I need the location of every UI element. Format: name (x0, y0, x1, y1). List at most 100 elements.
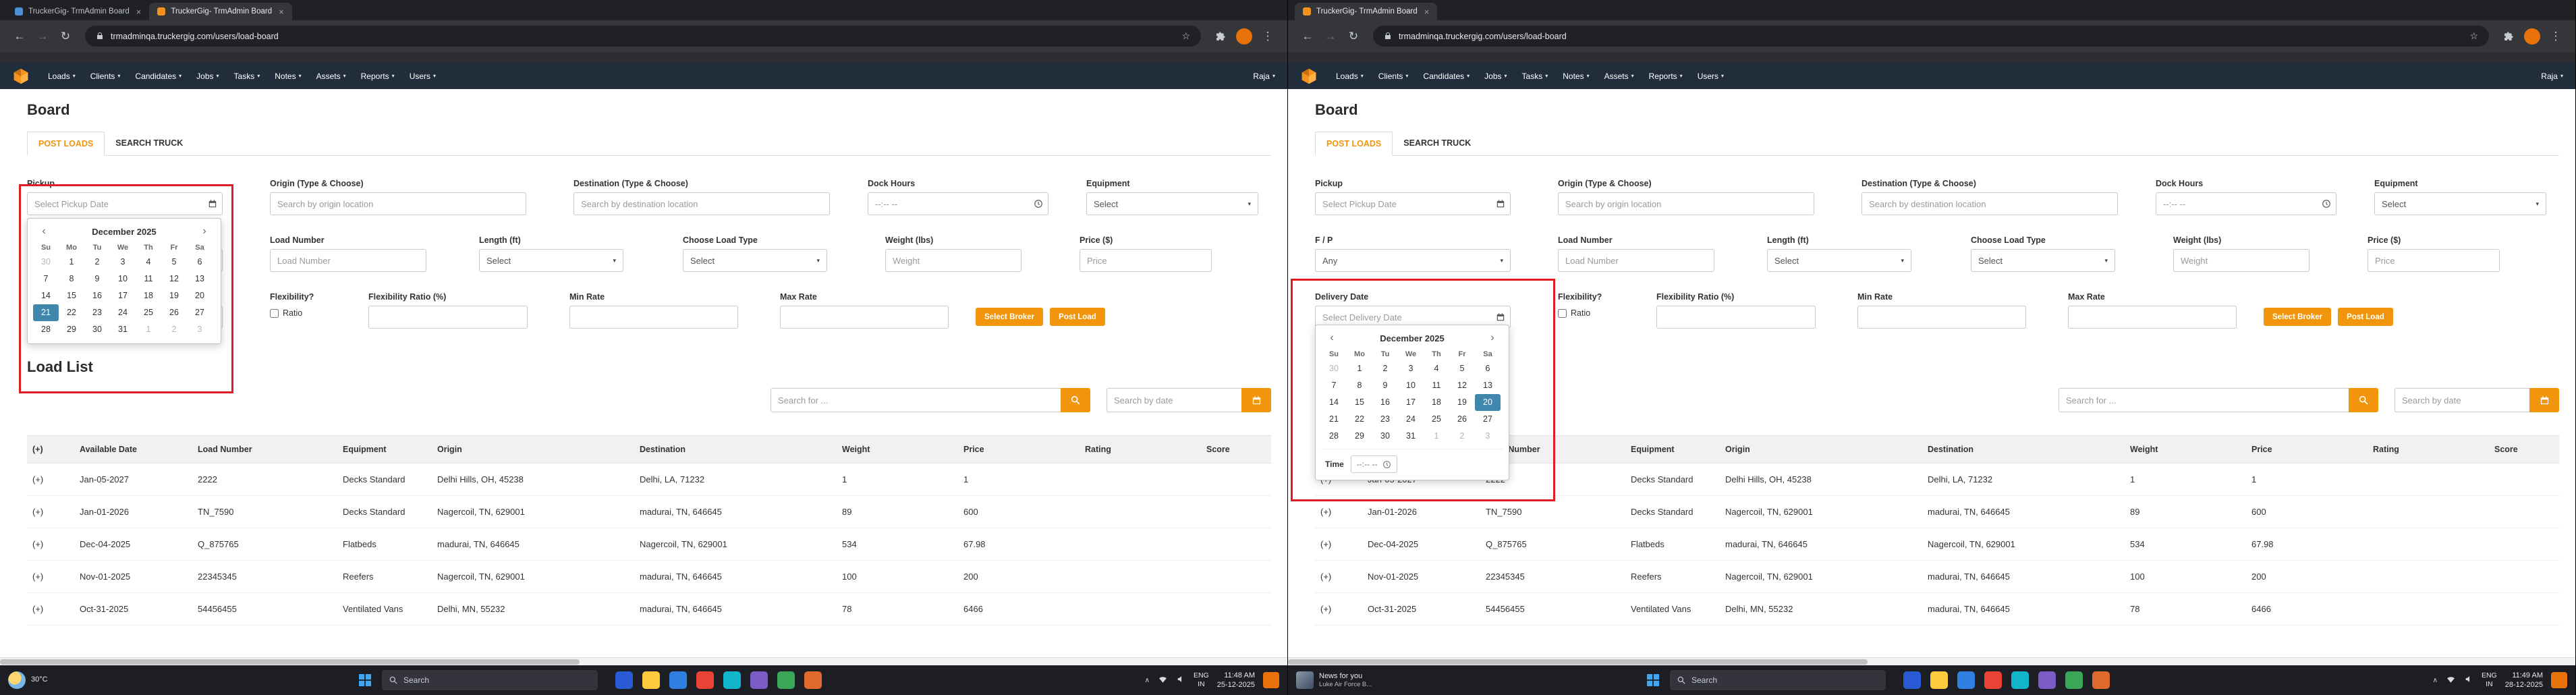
calendar-day[interactable]: 27 (1475, 411, 1501, 428)
length-select[interactable]: Select ▾ (479, 249, 623, 272)
calendar-day[interactable]: 4 (136, 254, 161, 271)
min-rate-input[interactable] (1857, 306, 2026, 329)
taskbar-app-icon[interactable] (1930, 671, 1948, 689)
select-broker-button[interactable]: Select Broker (976, 308, 1044, 326)
calendar-day[interactable]: 24 (110, 304, 136, 321)
expand-row-cell[interactable]: (+) (1315, 592, 1362, 626)
notification-badge[interactable] (2551, 672, 2567, 688)
destination-input[interactable] (573, 192, 830, 215)
nav-menu-item[interactable]: Notes ▾ (1555, 72, 1596, 81)
nav-menu-item[interactable]: Notes ▾ (267, 72, 308, 81)
expand-row-cell[interactable]: (+) (27, 495, 74, 528)
time-input[interactable]: --:-- -- (1350, 455, 1398, 473)
max-rate-input[interactable] (2068, 306, 2237, 329)
taskbar-app-icon[interactable] (750, 671, 768, 689)
table-header-cell[interactable]: Origin (1720, 435, 1922, 464)
calendar-day[interactable]: 13 (187, 271, 213, 287)
table-header-cell[interactable]: Weight (837, 435, 958, 464)
calendar-day[interactable]: 11 (136, 271, 161, 287)
nav-menu-item[interactable]: Jobs ▾ (189, 72, 226, 81)
expand-row-cell[interactable]: (+) (1315, 528, 1362, 561)
pickup-date-input[interactable] (1315, 192, 1511, 215)
calendar-day[interactable]: 5 (161, 254, 187, 271)
calendar-day[interactable]: 3 (187, 321, 213, 338)
language-indicator[interactable]: ENG IN (1194, 671, 1209, 689)
dock-hours-input[interactable] (868, 192, 1048, 215)
nav-menu-item[interactable]: Jobs ▾ (1477, 72, 1514, 81)
nav-menu-item[interactable]: Reports ▾ (354, 72, 402, 81)
origin-input[interactable] (1558, 192, 1814, 215)
calendar-day[interactable]: 1 (136, 321, 161, 338)
prev-month-icon[interactable]: ‹ (1325, 332, 1339, 344)
taskbar-app-icon[interactable] (723, 671, 741, 689)
origin-input[interactable] (270, 192, 526, 215)
nav-menu-item[interactable]: Tasks ▾ (1515, 72, 1556, 81)
table-header-cell[interactable]: Rating (1080, 435, 1201, 464)
calendar-day[interactable]: 2 (1449, 428, 1475, 445)
post-load-button[interactable]: Post Load (2338, 308, 2393, 326)
calendar-day[interactable]: 2 (1372, 360, 1398, 377)
tab-close-icon[interactable]: × (279, 7, 284, 17)
reload-icon[interactable]: ↻ (1343, 26, 1364, 47)
calendar-day[interactable]: 10 (1398, 377, 1424, 394)
calendar-day[interactable]: 9 (1372, 377, 1398, 394)
calendar-day[interactable]: 30 (84, 321, 110, 338)
volume-icon[interactable] (2464, 675, 2473, 686)
nav-menu-item[interactable]: Tasks ▾ (227, 72, 268, 81)
calendar-day[interactable]: 23 (84, 304, 110, 321)
length-select[interactable]: Select ▾ (1767, 249, 1911, 272)
calendar-day[interactable]: 3 (110, 254, 136, 271)
taskbar-app-icon[interactable] (615, 671, 633, 689)
address-bar[interactable]: trmadminqa.truckergig.com/users/load-boa… (85, 26, 1201, 47)
search-input[interactable] (2059, 388, 2349, 412)
calendar-day[interactable]: 12 (161, 271, 187, 287)
taskbar-app-icon[interactable] (804, 671, 822, 689)
next-month-icon[interactable]: › (198, 225, 211, 238)
taskbar-search[interactable]: Search (1670, 670, 1886, 690)
table-header-cell[interactable]: Load Number (192, 435, 337, 464)
tab-post-loads[interactable]: POST LOADS (27, 132, 105, 156)
taskbar-app-icon[interactable] (2065, 671, 2083, 689)
user-menu[interactable]: Raja ▾ (1253, 72, 1275, 81)
wifi-icon[interactable] (1158, 675, 1168, 686)
calendar-day[interactable]: 15 (59, 287, 84, 304)
user-menu[interactable]: Raja ▾ (2541, 72, 2563, 81)
table-row[interactable]: (+) Jan-01-2026 TN_7590 Decks Standard N… (1315, 495, 2559, 528)
table-header-cell[interactable]: Destination (1922, 435, 2125, 464)
calendar-day[interactable]: 27 (187, 304, 213, 321)
nav-menu-item[interactable]: Loads ▾ (1328, 72, 1371, 81)
menu-kebab-icon[interactable]: ⋮ (1258, 26, 1278, 47)
calendar-day[interactable]: 28 (1321, 428, 1347, 445)
nav-menu-item[interactable]: Clients ▾ (83, 72, 128, 81)
taskbar-widget[interactable]: 30°C (8, 671, 136, 689)
prev-month-icon[interactable]: ‹ (37, 225, 51, 238)
calendar-day[interactable]: 12 (1449, 377, 1475, 394)
max-rate-input[interactable] (780, 306, 949, 329)
browser-tab[interactable]: TruckerGig- TrmAdmin Board × (149, 3, 292, 20)
tray-chevron-icon[interactable]: ∧ (1145, 677, 1150, 684)
calendar-day[interactable]: 25 (136, 304, 161, 321)
calendar-day[interactable]: 23 (1372, 411, 1398, 428)
table-header-cell[interactable]: Score (2489, 435, 2559, 464)
profile-avatar[interactable] (2524, 28, 2540, 45)
scrollbar-thumb[interactable] (0, 659, 580, 665)
calendar-day[interactable]: 7 (33, 271, 59, 287)
calendar-day[interactable]: 13 (1475, 377, 1501, 394)
calendar-day[interactable]: 29 (1347, 428, 1372, 445)
table-header-cell[interactable]: Score (1201, 435, 1271, 464)
search-input[interactable] (771, 388, 1061, 412)
calendar-day[interactable]: 9 (84, 271, 110, 287)
taskbar-app-icon[interactable] (669, 671, 687, 689)
expand-row-cell[interactable]: (+) (27, 528, 74, 561)
start-button[interactable] (359, 674, 371, 686)
calendar-day[interactable]: 20 (187, 287, 213, 304)
pickup-date-input[interactable] (27, 192, 223, 215)
calendar-day[interactable]: 30 (1372, 428, 1398, 445)
calendar-day[interactable]: 8 (59, 271, 84, 287)
nav-menu-item[interactable]: Assets ▾ (309, 72, 354, 81)
calendar-day[interactable]: 16 (1372, 394, 1398, 411)
calendar-day[interactable]: 25 (1424, 411, 1449, 428)
tab-close-icon[interactable]: × (1424, 7, 1430, 17)
truckergig-logo[interactable] (12, 68, 30, 84)
price-input[interactable] (2368, 249, 2500, 272)
